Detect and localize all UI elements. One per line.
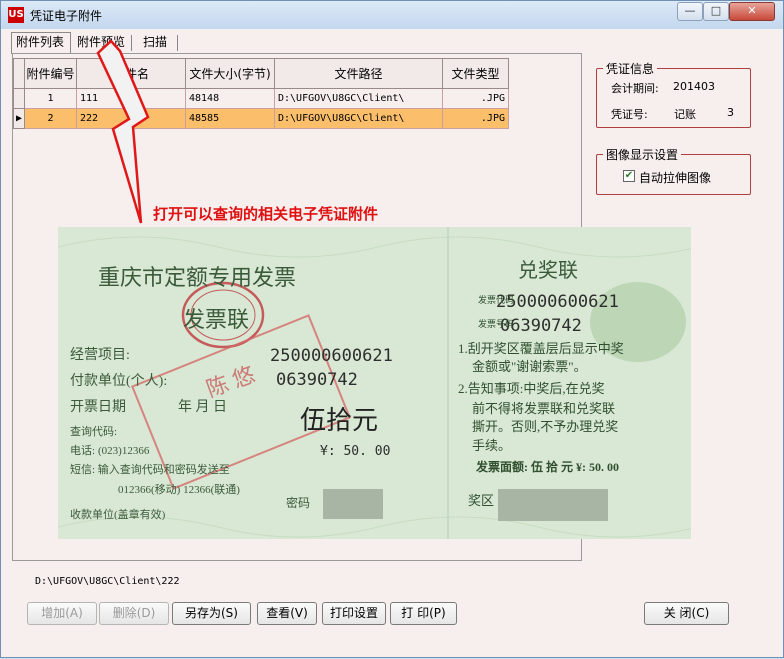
- voucher-info-legend: 凭证信息: [603, 60, 658, 77]
- period-value: 201403: [673, 80, 715, 93]
- display-settings-group: 图像显示设置 ✔ 自动拉伸图像: [596, 146, 751, 195]
- tab-separator: [131, 35, 132, 51]
- table-row-selected[interactable]: ▶ 2 222 48585 D:\UFGOV\U8GC\Client\ .JPG: [13, 108, 509, 129]
- stub-rule-2: 2.告知事项:中奖后,在兑奖: [458, 381, 605, 396]
- cell-name: 222: [76, 108, 186, 129]
- receiver-label: 收款单位(盖章有效): [70, 507, 166, 521]
- voucher-number: 3: [727, 106, 734, 119]
- maximize-button[interactable]: □: [703, 2, 729, 21]
- password-scratch-area: [323, 489, 383, 519]
- tab-attachment-preview[interactable]: 附件预览: [73, 33, 133, 53]
- cell-size: 48148: [185, 88, 275, 109]
- cell-id: 2: [24, 108, 77, 129]
- voucher-info-group: 凭证信息 会计期间: 201403 凭证号: 记账 3: [596, 60, 751, 128]
- table-row[interactable]: 1 111 48148 D:\UFGOV\U8GC\Client\ .JPG: [13, 88, 509, 109]
- stretch-image-checkbox[interactable]: ✔: [623, 170, 635, 182]
- table-header-row: 附件编号 文件名 文件大小(字节) 文件路径 文件类型: [13, 58, 509, 89]
- invoice-title: 重庆市定额专用发票: [98, 265, 296, 290]
- stretch-image-label[interactable]: 自动拉伸图像: [639, 169, 711, 186]
- cell-path: D:\UFGOV\U8GC\Client\: [274, 88, 443, 109]
- close-window-button[interactable]: ✕: [729, 2, 775, 21]
- copy-name: 发票联: [183, 307, 249, 332]
- stub-number-label: 发票号码: [478, 318, 514, 329]
- phone-value: (023)12366: [98, 445, 150, 457]
- date-label: 开票日期: [70, 399, 126, 415]
- period-label: 会计期间:: [611, 82, 659, 95]
- password-label: 密码: [286, 495, 310, 510]
- tab-attachment-list[interactable]: 附件列表: [11, 32, 71, 54]
- stub-rule-1b: 金额或"谢谢索票"。: [472, 359, 587, 374]
- amount-text: 伍拾元: [300, 406, 378, 435]
- window-title: 凭证电子附件: [30, 9, 103, 23]
- cell-type: .JPG: [442, 108, 509, 129]
- attachment-preview-image: 重庆市定额专用发票 兑奖联 发票联 经营项目: 付款单位(个人): 开票日期 年…: [58, 227, 691, 539]
- column-header-type[interactable]: 文件类型: [442, 58, 509, 89]
- current-row-marker: ▶: [13, 108, 25, 129]
- date-units: 年 月 日: [178, 399, 227, 415]
- display-settings-legend: 图像显示设置: [603, 146, 682, 163]
- minimize-button[interactable]: —: [677, 2, 703, 21]
- invoice-number: 06390742: [276, 370, 358, 390]
- cell-path: D:\UFGOV\U8GC\Client\: [274, 108, 443, 129]
- voucher-type: 记账: [674, 108, 696, 121]
- delete-button[interactable]: 删除(D): [99, 602, 169, 625]
- title-bar: US 凭证电子附件 — □ ✕: [1, 1, 783, 29]
- close-button[interactable]: 关 闭(C): [644, 602, 729, 625]
- invoice-image: 重庆市定额专用发票 兑奖联 发票联 经营项目: 付款单位(个人): 开票日期 年…: [58, 227, 691, 539]
- annotation-text: 打开可以查询的相关电子凭证附件: [153, 205, 379, 223]
- cell-id: 1: [24, 88, 77, 109]
- view-button[interactable]: 查看(V): [257, 602, 317, 625]
- column-header-path[interactable]: 文件路径: [274, 58, 443, 89]
- stub-rule-2d: 手续。: [472, 438, 511, 453]
- sms-numbers: 012366(移动) 12366(联通): [118, 483, 240, 496]
- add-button[interactable]: 增加(A): [27, 602, 97, 625]
- selected-file-path: D:\UFGOV\U8GC\Client\222: [35, 576, 180, 587]
- column-header-size[interactable]: 文件大小(字节): [185, 58, 275, 89]
- stub-rule-2c: 撕开。否则,不予办理兑奖: [472, 419, 618, 434]
- stub-code-label: 发票代码: [478, 294, 514, 305]
- voucher-number-label: 凭证号:: [611, 108, 648, 121]
- row-indicator-header: [13, 58, 25, 89]
- print-setup-button[interactable]: 打印设置: [322, 602, 386, 625]
- save-as-button[interactable]: 另存为(S): [172, 602, 251, 625]
- prize-area-label: 奖区: [468, 493, 494, 508]
- sms-text: 短信: 输入查询代码和密码发送至: [70, 462, 230, 476]
- tab-separator: [177, 35, 178, 51]
- invoice-code: 250000600621: [270, 346, 393, 366]
- stub-rule-2b: 前不得将发票联和兑奖联: [472, 401, 615, 416]
- payer-label: 付款单位(个人):: [70, 373, 167, 389]
- app-icon: US: [8, 7, 24, 23]
- cell-size: 48585: [185, 108, 275, 129]
- item-label: 经营项目:: [70, 347, 130, 363]
- column-header-id[interactable]: 附件编号: [24, 58, 77, 89]
- query-code-label: 查询代码:: [70, 424, 117, 438]
- tab-scan[interactable]: 扫描: [139, 33, 179, 53]
- print-button[interactable]: 打 印(P): [390, 602, 457, 625]
- attachment-window: US 凭证电子附件 — □ ✕ 附件列表 附件预览 扫描 附件编号 文件名 文件…: [0, 0, 784, 658]
- stub-code-value: 250000600621: [496, 292, 619, 312]
- phone-label: 电话:: [70, 444, 95, 457]
- cell-name: 111: [76, 88, 186, 109]
- prize-scratch-area: [498, 489, 608, 521]
- amount-number: ¥: 50. 00: [320, 444, 390, 459]
- attachment-table[interactable]: 附件编号 文件名 文件大小(字节) 文件路径 文件类型 1 111 48148 …: [13, 58, 509, 129]
- stub-rule-1: 1.刮开奖区覆盖层后显示中奖: [458, 341, 624, 356]
- stub-title: 兑奖联: [518, 259, 578, 282]
- row-indicator: [13, 88, 25, 109]
- column-header-name[interactable]: 文件名: [76, 58, 186, 89]
- cell-type: .JPG: [442, 88, 509, 109]
- stub-face-value: 发票面额: 伍 拾 元 ¥: 50. 00: [475, 459, 619, 474]
